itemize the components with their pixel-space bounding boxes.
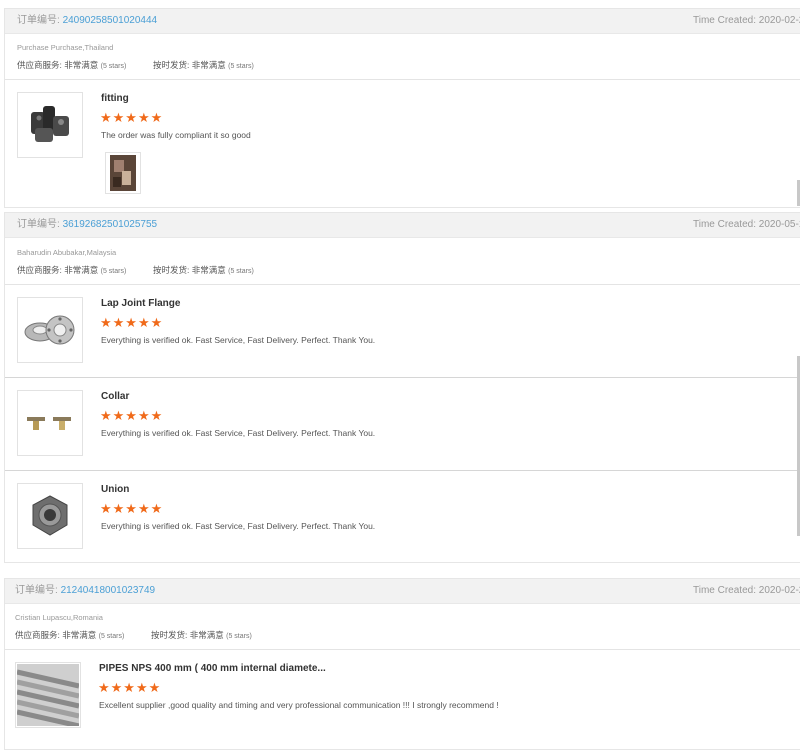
review-item: Union ★★★★★ Everything is verified ok. F… <box>5 471 800 563</box>
order-number-link[interactable]: 36192682501025755 <box>63 219 158 230</box>
star-rating: ★★★★★ <box>100 501 164 516</box>
order-number-label: 订单编号: 21240418001023749 <box>15 585 156 596</box>
delivery-rating-stars: (5 stars) <box>228 63 254 70</box>
review-item: fitting ★★★★★ The order was fully compli… <box>5 80 800 206</box>
review-item: PIPES NPS 400 mm ( 400 mm internal diame… <box>5 650 800 746</box>
review-text: Excellent supplier ,good quality and tim… <box>99 700 499 710</box>
order-number-link[interactable]: 21240418001023749 <box>61 585 156 596</box>
service-rating-stars: (5 stars) <box>100 63 127 70</box>
service-rating-stars: (5 stars) <box>98 633 125 640</box>
product-thumbnail[interactable] <box>17 390 83 456</box>
review-text: Everything is verified ok. Fast Service,… <box>101 428 376 438</box>
product-thumbnail[interactable] <box>17 483 83 549</box>
buyer-info: Purchase Purchase,Thailand 供应商服务: 非常满意 (… <box>5 34 800 80</box>
order-card: 订单编号: 36192682501025755 Time Created: 20… <box>4 212 800 563</box>
seller-ratings: 供应商服务: 非常满意 (5 stars) 按时发货: 非常满意 (5 star… <box>15 629 252 641</box>
order-card: 订单编号: 21240418001023749 Time Created: 20… <box>4 578 800 750</box>
delivery-rating-stars: (5 stars) <box>226 633 252 640</box>
time-created: Time Created: 2020-02-23 2 <box>693 15 800 26</box>
service-rating: 供应商服务: 非常满意 <box>15 630 97 640</box>
product-name[interactable]: Union <box>101 484 129 495</box>
flange-icon <box>24 315 75 345</box>
service-rating: 供应商服务: 非常满意 <box>17 265 99 275</box>
buyer-info: Cristian Lupascu,Romania 供应商服务: 非常满意 (5 … <box>5 604 800 650</box>
product-name[interactable]: PIPES NPS 400 mm ( 400 mm internal diame… <box>99 663 326 674</box>
delivery-rating: 按时发货: 非常满意 <box>153 60 226 70</box>
buyer-name: Cristian Lupascu,Romania <box>15 613 103 622</box>
product-name[interactable]: Lap Joint Flange <box>101 298 180 309</box>
product-thumbnail[interactable] <box>17 297 83 363</box>
order-number-label: 订单编号: 24090258501020444 <box>17 15 158 26</box>
order-card: 订单编号: 24090258501020444 Time Created: 20… <box>4 8 800 208</box>
union-icon <box>32 495 68 536</box>
order-number-label: 订单编号: 36192682501025755 <box>17 219 158 230</box>
service-rating-stars: (5 stars) <box>100 268 127 275</box>
service-rating: 供应商服务: 非常满意 <box>17 60 99 70</box>
seller-ratings: 供应商服务: 非常满意 (5 stars) 按时发货: 非常满意 (5 star… <box>17 264 254 276</box>
buyer-name: Baharudin Abubakar,Malaysia <box>17 248 117 257</box>
review-text: The order was fully compliant it so good <box>101 130 251 140</box>
pipes-icon <box>17 664 79 726</box>
delivery-rating: 按时发货: 非常满意 <box>151 630 224 640</box>
product-thumbnail[interactable] <box>17 92 83 158</box>
order-number-link[interactable]: 24090258501020444 <box>63 15 158 26</box>
seller-ratings: 供应商服务: 非常满意 (5 stars) 按时发货: 非常满意 (5 star… <box>17 59 254 71</box>
order-header: 订单编号: 24090258501020444 Time Created: 20… <box>5 9 800 34</box>
review-text: Everything is verified ok. Fast Service,… <box>101 521 376 531</box>
review-photo-image <box>110 155 136 191</box>
review-item: Lap Joint Flange ★★★★★ Everything is ver… <box>5 285 800 378</box>
product-thumbnail[interactable] <box>15 662 81 728</box>
time-created: Time Created: 2020-05-14 <box>693 219 800 230</box>
buyer-name: Purchase Purchase,Thailand <box>17 43 114 52</box>
review-text: Everything is verified ok. Fast Service,… <box>101 335 376 345</box>
product-name[interactable]: Collar <box>101 391 129 402</box>
review-item: Collar ★★★★★ Everything is verified ok. … <box>5 378 800 471</box>
order-header: 订单编号: 36192682501025755 Time Created: 20… <box>5 213 800 238</box>
pipe-fitting-icon <box>31 106 69 142</box>
star-rating: ★★★★★ <box>100 408 164 423</box>
delivery-rating: 按时发货: 非常满意 <box>153 265 226 275</box>
star-rating: ★★★★★ <box>100 110 164 125</box>
collar-icon <box>27 417 71 430</box>
star-rating: ★★★★★ <box>100 315 164 330</box>
review-photo[interactable] <box>105 152 141 194</box>
buyer-info: Baharudin Abubakar,Malaysia 供应商服务: 非常满意 … <box>5 238 800 285</box>
order-header: 订单编号: 21240418001023749 Time Created: 20… <box>5 579 800 604</box>
star-rating: ★★★★★ <box>98 680 162 695</box>
delivery-rating-stars: (5 stars) <box>228 268 254 275</box>
product-name[interactable]: fitting <box>101 93 129 104</box>
time-created: Time Created: 2020-02-20 <box>693 585 800 596</box>
